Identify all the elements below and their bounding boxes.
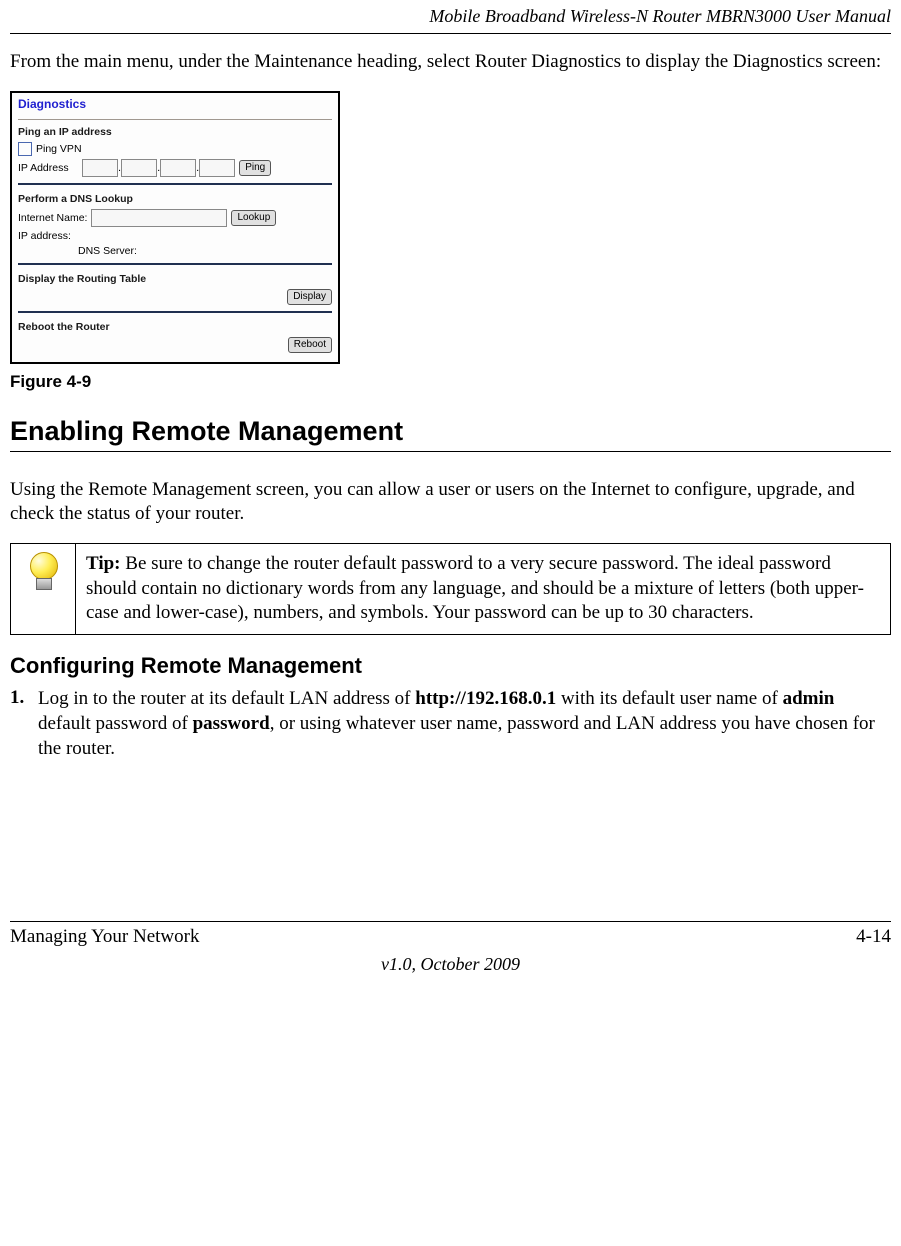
tip-box: Tip: Be sure to change the router defaul… [10, 543, 891, 635]
diagnostics-panel: Diagnostics Ping an IP address Ping VPN … [10, 91, 340, 364]
routing-section-heading: Display the Routing Table [18, 273, 332, 285]
figure-caption: Figure 4-9 [10, 372, 891, 392]
internet-name-input[interactable] [91, 209, 227, 227]
section-heading-rule [10, 451, 891, 452]
tip-label: Tip: [86, 553, 121, 574]
footer-left: Managing Your Network [10, 926, 199, 948]
ip-octet-3-input[interactable] [160, 159, 196, 177]
ping-vpn-checkbox[interactable] [18, 142, 32, 156]
lightbulb-icon [26, 552, 60, 592]
dns-server-label: DNS Server: [78, 245, 137, 257]
header-rule [10, 33, 891, 34]
ping-button[interactable]: Ping [239, 160, 271, 176]
footer-rule [10, 921, 891, 922]
step-number: 1. [10, 687, 38, 761]
ip-octet-4-input[interactable] [199, 159, 235, 177]
internet-name-label: Internet Name: [18, 212, 87, 224]
lookup-button[interactable]: Lookup [231, 210, 276, 226]
footer-right: 4-14 [856, 926, 891, 948]
reboot-button[interactable]: Reboot [288, 337, 332, 353]
step-text: Log in to the router at its default LAN … [38, 687, 891, 761]
ip-octet-1-input[interactable] [82, 159, 118, 177]
tip-body: Be sure to change the router default pas… [86, 553, 864, 623]
dns-section-heading: Perform a DNS Lookup [18, 193, 332, 205]
ping-section-heading: Ping an IP address [18, 126, 332, 138]
ip-octet-2-input[interactable] [121, 159, 157, 177]
display-button[interactable]: Display [287, 289, 332, 305]
ip-address-label: IP Address [18, 162, 78, 174]
diagnostics-title: Diagnostics [18, 95, 332, 115]
subsection-heading: Configuring Remote Management [10, 653, 891, 679]
section-paragraph: Using the Remote Management screen, you … [10, 478, 891, 527]
dns-ip-address-label: IP address: [18, 230, 71, 242]
footer-center: v1.0, October 2009 [10, 948, 891, 989]
ping-vpn-label: Ping VPN [36, 143, 82, 155]
intro-paragraph: From the main menu, under the Maintenanc… [10, 50, 891, 75]
reboot-section-heading: Reboot the Router [18, 321, 332, 333]
running-header: Mobile Broadband Wireless-N Router MBRN3… [10, 0, 891, 31]
step-1: 1. Log in to the router at its default L… [10, 687, 891, 761]
tip-text: Tip: Be sure to change the router defaul… [76, 544, 891, 635]
section-heading: Enabling Remote Management [10, 416, 891, 447]
